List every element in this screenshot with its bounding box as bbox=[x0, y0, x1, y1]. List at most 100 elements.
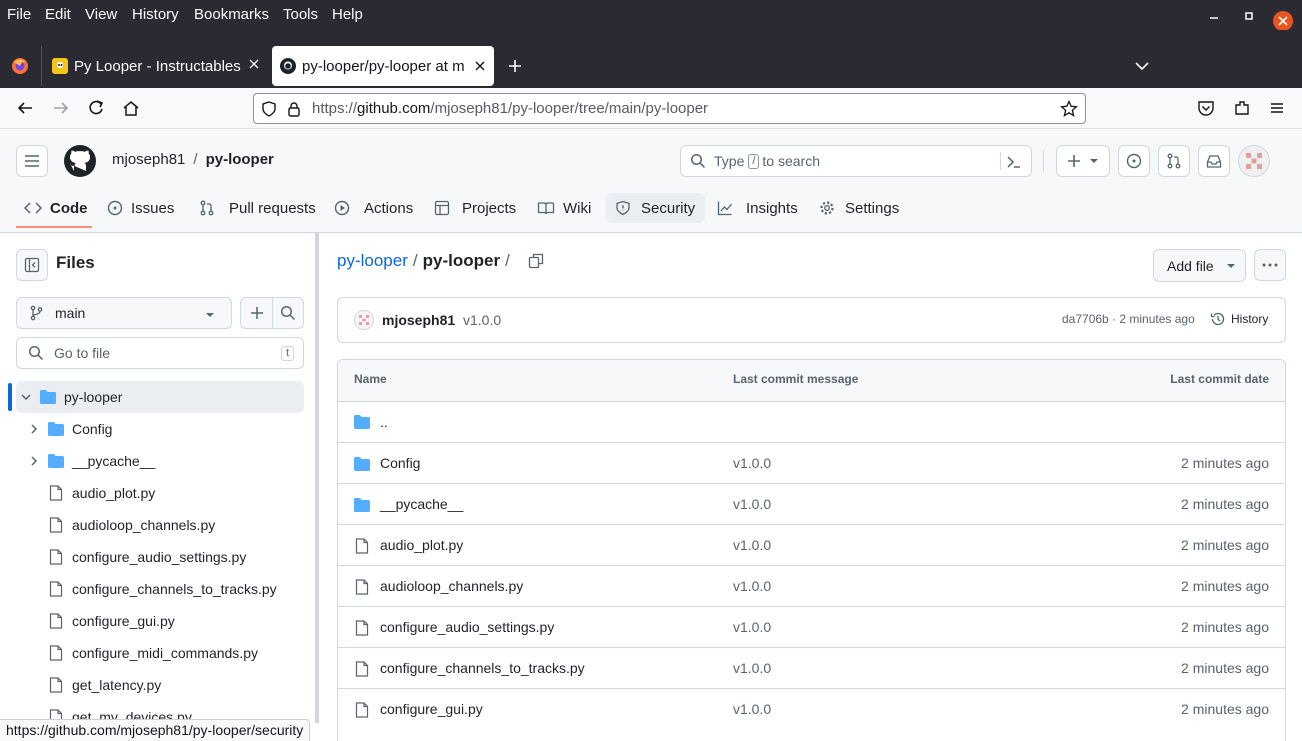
commit-message-link[interactable]: v1.0.0 bbox=[733, 619, 771, 635]
add-file-button[interactable] bbox=[241, 298, 273, 328]
commit-message-link[interactable]: v1.0.0 bbox=[733, 455, 771, 471]
collapse-sidebar-button[interactable] bbox=[16, 249, 48, 281]
menu-view[interactable]: View bbox=[85, 6, 117, 23]
kebab-horizontal-icon bbox=[1262, 263, 1278, 267]
parent-directory-row[interactable]: .. bbox=[338, 401, 1285, 442]
commit-message-link[interactable]: v1.0.0 bbox=[733, 496, 771, 512]
history-button[interactable]: History bbox=[1210, 311, 1268, 327]
add-file-dropdown[interactable]: Add file bbox=[1153, 249, 1246, 282]
new-tab-icon[interactable] bbox=[507, 58, 523, 74]
avatar[interactable] bbox=[1238, 145, 1270, 177]
tab-insights[interactable]: Insights bbox=[714, 190, 798, 226]
file-name-link[interactable]: configure_channels_to_tracks.py bbox=[380, 660, 585, 676]
pull-requests-button[interactable] bbox=[1158, 145, 1190, 177]
sidebar-resize-handle[interactable] bbox=[315, 233, 319, 723]
tab-instructables[interactable]: Py Looper - Instructables bbox=[44, 46, 266, 86]
branch-selector[interactable]: main bbox=[16, 297, 232, 329]
app-menu-icon[interactable] bbox=[1269, 100, 1285, 116]
commit-author[interactable]: mjoseph81 bbox=[382, 312, 455, 328]
file-name-link[interactable]: __pycache__ bbox=[380, 496, 463, 512]
tab-pull-requests[interactable]: Pull requests bbox=[196, 190, 316, 226]
url-text: https://github.com/mjoseph81/py-looper/t… bbox=[312, 100, 709, 117]
tree-item[interactable]: get_latency.py bbox=[16, 669, 304, 701]
create-new-button[interactable] bbox=[1056, 145, 1110, 177]
file-name-link[interactable]: audio_plot.py bbox=[380, 537, 463, 553]
extensions-icon[interactable] bbox=[1233, 99, 1251, 117]
breadcrumb-root-link[interactable]: py-looper bbox=[337, 251, 408, 271]
table-row[interactable]: audio_plot.py v1.0.0 2 minutes ago bbox=[338, 524, 1285, 565]
reload-icon[interactable] bbox=[87, 99, 105, 117]
more-options-button[interactable] bbox=[1254, 249, 1286, 281]
add-file-label: Add file bbox=[1167, 257, 1214, 274]
table-row[interactable]: configure_audio_settings.py v1.0.0 2 minut… bbox=[338, 606, 1285, 647]
list-tabs-icon[interactable] bbox=[1134, 60, 1150, 72]
chevron-down-icon[interactable] bbox=[20, 391, 32, 403]
search-files-button[interactable] bbox=[273, 298, 303, 328]
tab-github[interactable]: py-looper/py-looper at m bbox=[272, 46, 494, 86]
menu-help[interactable]: Help bbox=[332, 6, 363, 23]
tree-item[interactable]: configure_channels_to_tracks.py bbox=[16, 573, 304, 605]
lock-icon[interactable] bbox=[287, 101, 301, 117]
commit-meta[interactable]: da7706b · 2 minutes ago bbox=[1062, 312, 1195, 326]
file-name-link[interactable]: Config bbox=[380, 455, 420, 471]
table-row[interactable]: audioloop_channels.py v1.0.0 2 minutes ago bbox=[338, 565, 1285, 606]
hamburger-menu-button[interactable] bbox=[16, 145, 48, 177]
github-logo-icon[interactable] bbox=[63, 144, 97, 178]
table-row[interactable]: configure_gui.py v1.0.0 2 minutes ago bbox=[338, 688, 1285, 729]
tree-item[interactable]: configure_midi_commands.py bbox=[16, 637, 304, 669]
repo-link[interactable]: py-looper bbox=[206, 151, 274, 168]
home-icon[interactable] bbox=[122, 99, 140, 117]
commit-author-avatar[interactable] bbox=[354, 310, 374, 330]
tree-item[interactable]: Config bbox=[16, 413, 304, 445]
owner-link[interactable]: mjoseph81 bbox=[112, 151, 185, 168]
issues-button[interactable] bbox=[1118, 145, 1150, 177]
tree-item[interactable]: py-looper bbox=[8, 381, 304, 413]
bookmark-star-icon[interactable] bbox=[1060, 100, 1078, 118]
tab-projects[interactable]: Projects bbox=[431, 190, 516, 226]
forward-icon[interactable] bbox=[52, 100, 70, 116]
column-commit-date: Last commit date bbox=[1170, 372, 1269, 386]
table-row[interactable]: __pycache__ v1.0.0 2 minutes ago bbox=[338, 483, 1285, 524]
table-row[interactable]: configure_channels_to_tracks.py v1.0.0 2 m… bbox=[338, 647, 1285, 688]
tab-actions[interactable]: Actions bbox=[331, 190, 413, 226]
file-name-link[interactable]: configure_gui.py bbox=[380, 701, 483, 717]
table-row[interactable]: Config v1.0.0 2 minutes ago bbox=[338, 442, 1285, 483]
shield-icon[interactable] bbox=[261, 100, 277, 117]
close-tab-icon[interactable] bbox=[474, 60, 486, 72]
go-to-file-input[interactable]: Go to file t bbox=[16, 337, 304, 369]
file-name-link[interactable]: configure_audio_settings.py bbox=[380, 619, 554, 635]
tab-wiki[interactable]: Wiki bbox=[534, 190, 591, 226]
menu-history[interactable]: History bbox=[132, 6, 179, 23]
pocket-icon[interactable] bbox=[1197, 99, 1215, 117]
firefox-icon[interactable] bbox=[11, 57, 29, 75]
command-palette-icon[interactable] bbox=[1006, 154, 1022, 170]
chevron-right-icon[interactable] bbox=[28, 423, 40, 435]
search-input[interactable]: Type / to search bbox=[680, 145, 1032, 177]
commit-message-link[interactable]: v1.0.0 bbox=[733, 537, 771, 553]
tab-security[interactable]: Security bbox=[606, 193, 706, 223]
table-icon bbox=[434, 200, 450, 216]
back-icon[interactable] bbox=[16, 100, 34, 116]
inbox-button[interactable] bbox=[1198, 145, 1230, 177]
commit-message-link[interactable]: v1.0.0 bbox=[733, 701, 771, 717]
commit-message-link[interactable]: v1.0.0 bbox=[733, 660, 771, 676]
tree-item[interactable]: configure_gui.py bbox=[16, 605, 304, 637]
commit-message-link[interactable]: v1.0.0 bbox=[733, 578, 771, 594]
tree-item[interactable]: audio_plot.py bbox=[16, 477, 304, 509]
commit-message[interactable]: v1.0.0 bbox=[463, 312, 501, 328]
tab-settings[interactable]: Settings bbox=[816, 190, 899, 226]
url-bar[interactable]: https://github.com/mjoseph81/py-looper/t… bbox=[253, 93, 1086, 124]
chevron-right-icon[interactable] bbox=[28, 455, 40, 467]
tab-issues[interactable]: Issues bbox=[104, 190, 174, 226]
menu-bookmarks[interactable]: Bookmarks bbox=[194, 6, 269, 23]
tab-code[interactable]: Code bbox=[16, 190, 88, 226]
tree-item[interactable]: configure_audio_settings.py bbox=[16, 541, 304, 573]
menu-edit[interactable]: Edit bbox=[45, 6, 71, 23]
menu-tools[interactable]: Tools bbox=[283, 6, 318, 23]
file-name-link[interactable]: audioloop_channels.py bbox=[380, 578, 523, 594]
copy-path-icon[interactable] bbox=[528, 253, 544, 269]
close-tab-icon[interactable] bbox=[248, 58, 260, 70]
tree-item[interactable]: __pycache__ bbox=[16, 445, 304, 477]
menu-file[interactable]: File bbox=[7, 6, 31, 23]
tree-item[interactable]: audioloop_channels.py bbox=[16, 509, 304, 541]
